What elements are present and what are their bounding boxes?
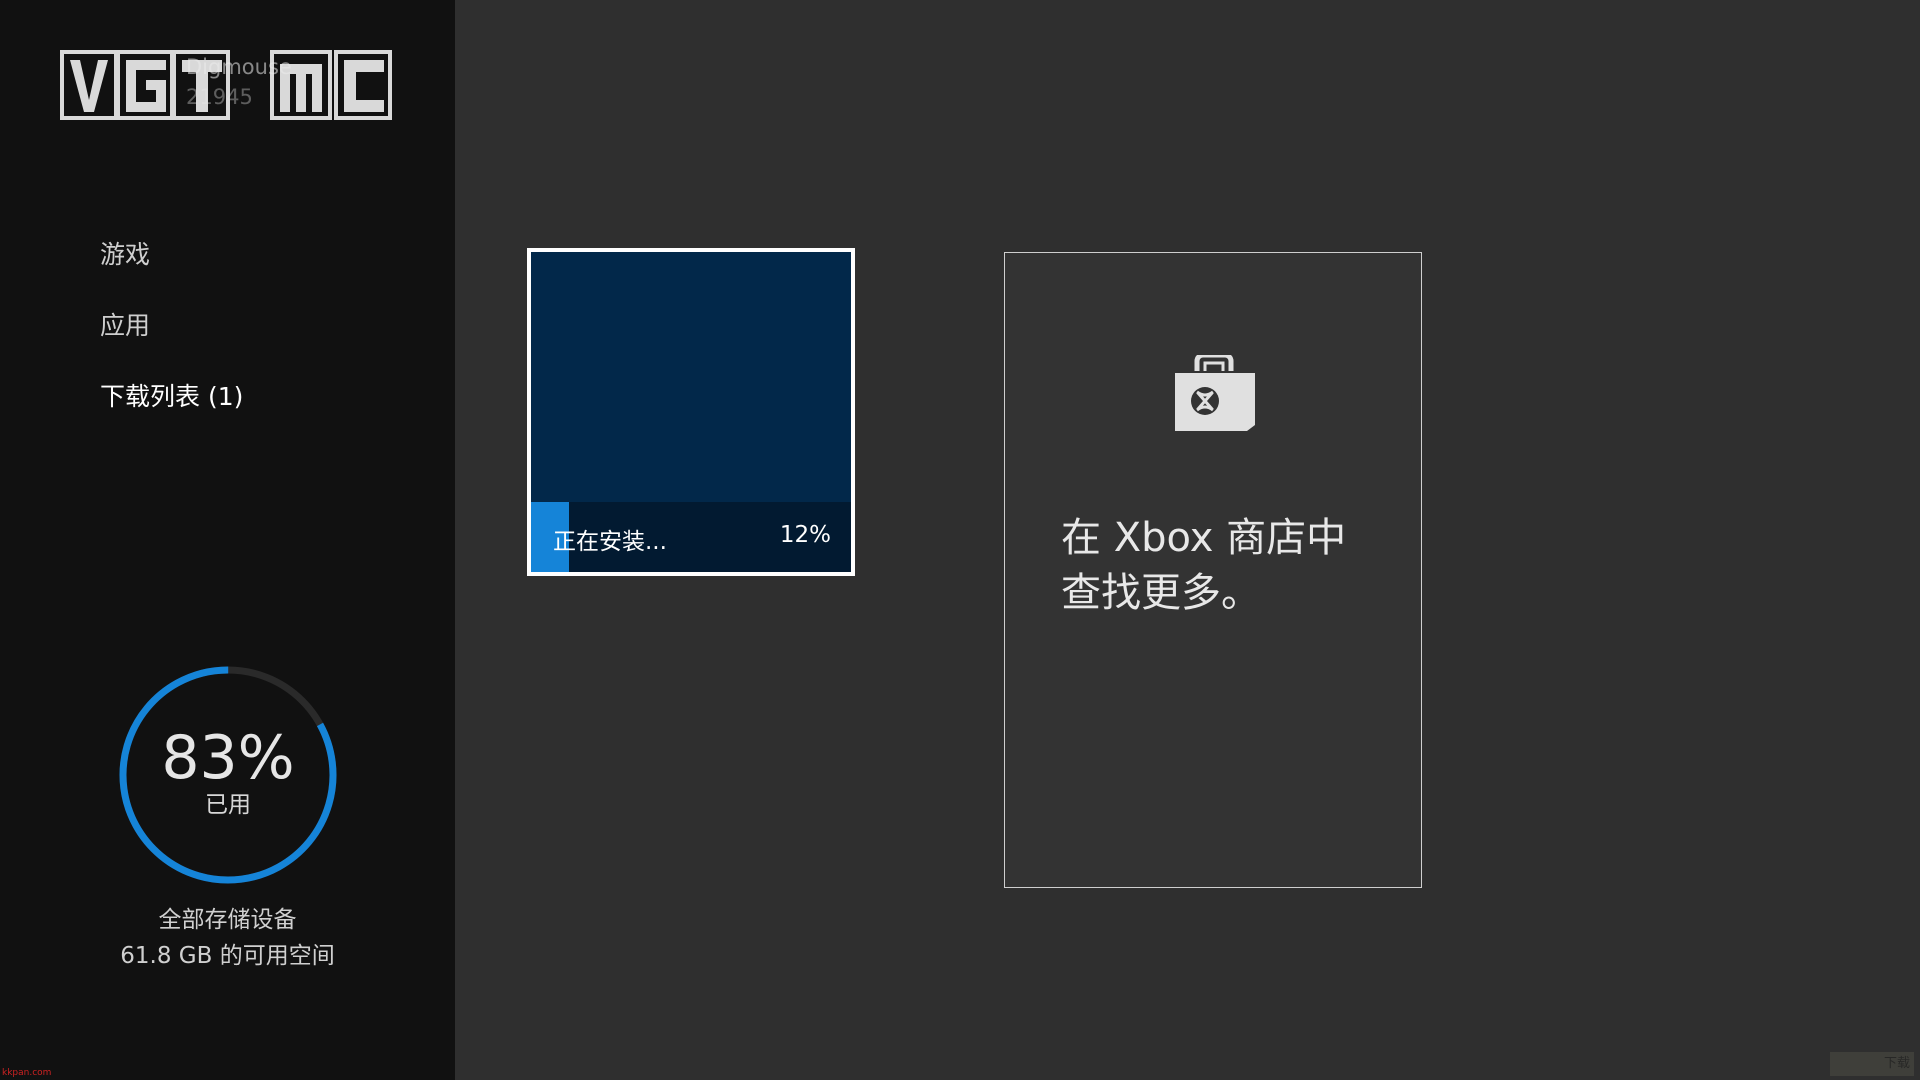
storage-device-label: 全部存储设备: [158, 907, 297, 933]
sidebar: Digmouse 21945 游戏 应用 下载列表 (1) 83% 已用 全部存…: [0, 0, 455, 1080]
find-more-in-store-tile[interactable]: 在 Xbox 商店中 查找更多。: [1004, 252, 1422, 888]
install-progress-bar: 正在安装... 12%: [531, 502, 851, 572]
storage-ring-text: 83% 已用: [113, 660, 343, 890]
sidebar-item-queue[interactable]: 下载列表 (1): [100, 374, 243, 445]
store-tile-line2: 查找更多。: [1061, 570, 1261, 616]
storage-caption: 全部存储设备 61.8 GB 的可用空间: [0, 902, 455, 974]
profile-info[interactable]: Digmouse 21945: [186, 52, 292, 112]
gamertag: Digmouse: [186, 55, 292, 79]
installing-game-tile[interactable]: 正在安装... 12%: [527, 248, 855, 576]
xbox-my-games-apps-screen: Digmouse 21945 游戏 应用 下载列表 (1) 83% 已用 全部存…: [0, 0, 1920, 1080]
watermark-left: kkpan.com: [2, 1068, 52, 1078]
watermark-right: 下载: [1830, 1052, 1914, 1076]
store-tile-text: 在 Xbox 商店中 查找更多。: [1061, 511, 1391, 621]
sidebar-item-apps[interactable]: 应用: [100, 303, 243, 374]
storage-ring: 83% 已用: [113, 660, 343, 890]
store-tile-line1: 在 Xbox 商店中: [1061, 515, 1347, 561]
storage-percent: 83%: [161, 723, 295, 793]
sidebar-item-games[interactable]: 游戏: [100, 232, 243, 303]
xbox-store-bag-icon: [1173, 352, 1257, 431]
storage-free-space: 61.8 GB 的可用空间: [120, 943, 335, 969]
storage-meter[interactable]: 83% 已用 全部存储设备 61.8 GB 的可用空间: [0, 660, 455, 974]
storage-used-label: 已用: [205, 792, 251, 818]
install-percent: 12%: [779, 522, 831, 548]
install-status: 正在安装...: [553, 529, 667, 555]
gamerscore: 21945: [186, 85, 253, 109]
sidebar-nav: 游戏 应用 下载列表 (1): [100, 232, 243, 445]
